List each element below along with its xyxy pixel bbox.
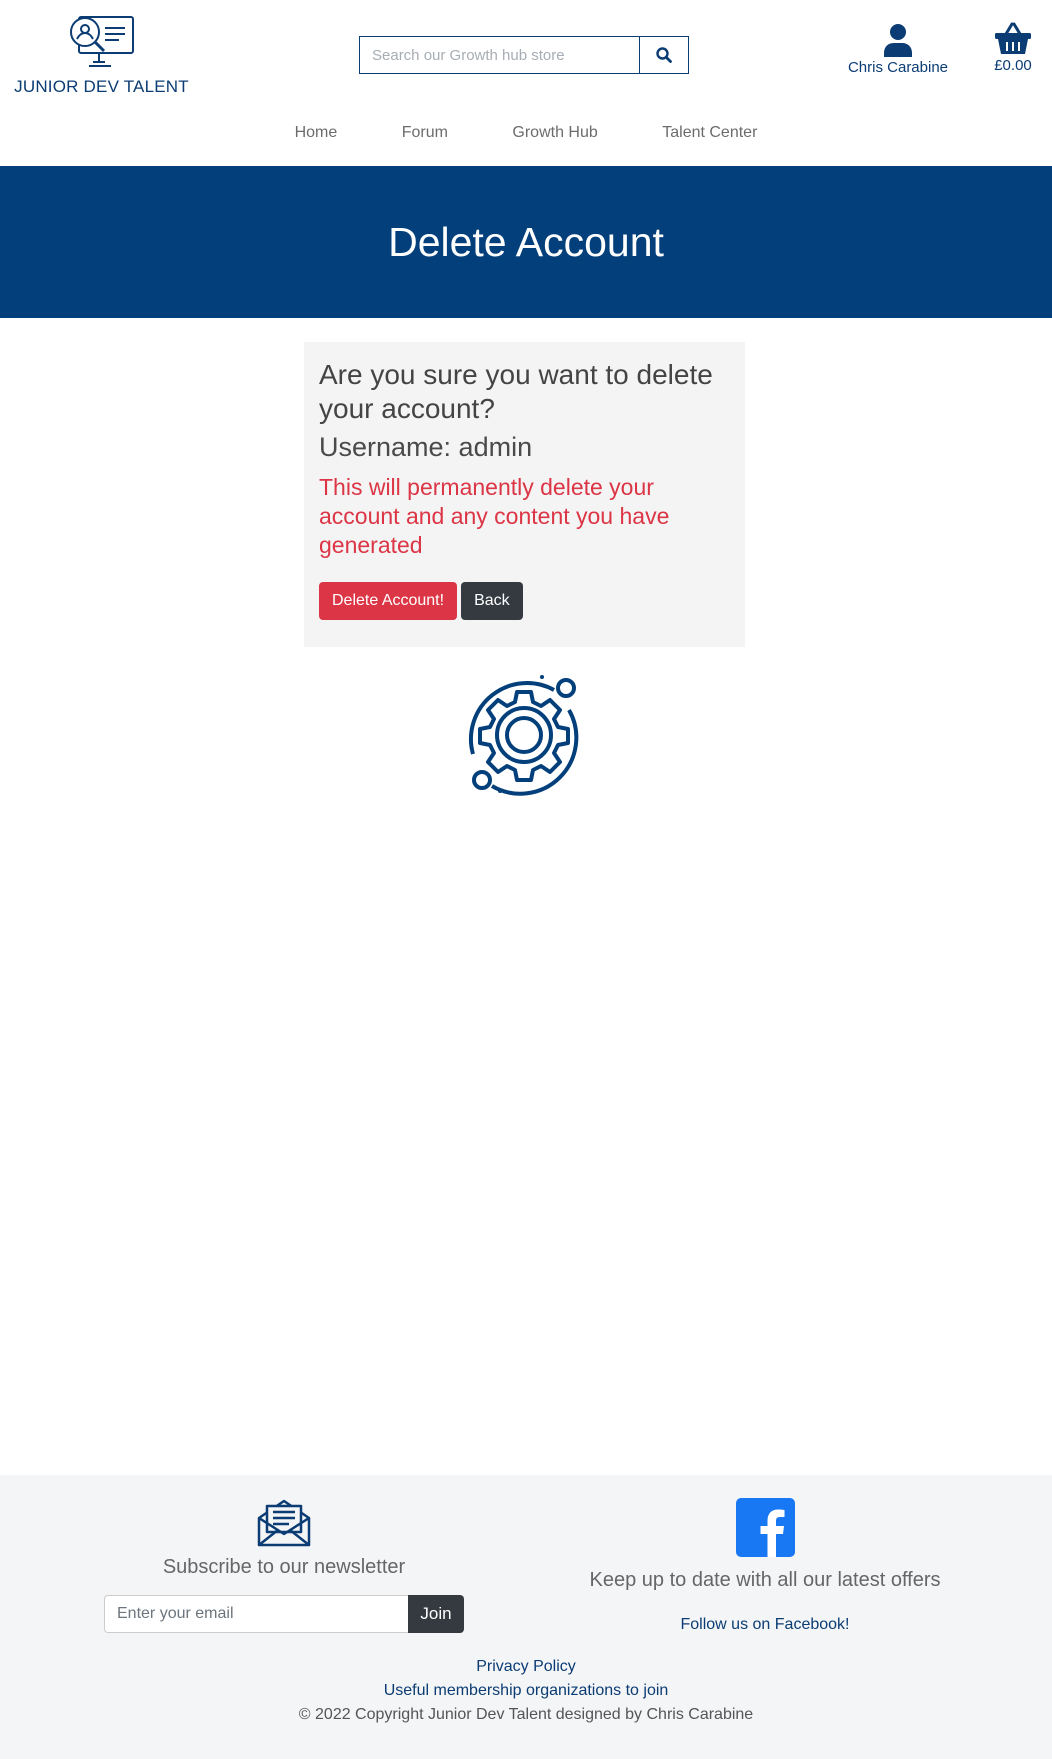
delete-confirmation-card: Are you sure you want to delete your acc… [304, 342, 745, 647]
facebook-link[interactable]: Follow us on Facebook! [681, 1616, 850, 1634]
confirm-actions: Delete Account! Back [319, 582, 730, 620]
nav-growth-hub[interactable]: Growth Hub [512, 124, 597, 142]
search-button[interactable] [639, 37, 688, 73]
nav-talent-center[interactable]: Talent Center [662, 124, 757, 142]
account-name: Chris Carabine [847, 59, 949, 76]
social-text: Keep up to date with all our latest offe… [589, 1569, 941, 1591]
store-search [359, 36, 689, 74]
page-banner: Delete Account [0, 166, 1052, 318]
user-icon [884, 24, 912, 57]
brand-name: JUNIOR DEV TALENT [14, 77, 189, 96]
social-section: Keep up to date with all our latest offe… [575, 1498, 955, 1634]
search-input[interactable] [360, 37, 639, 73]
page-title: Delete Account [388, 218, 664, 265]
main-nav: Home Forum Growth Hub Talent Center [0, 124, 1052, 142]
site-footer: Subscribe to our newsletter Join Keep up… [0, 1475, 1052, 1759]
brand-logo-link[interactable]: JUNIOR DEV TALENT [14, 14, 189, 97]
nav-forum[interactable]: Forum [402, 124, 448, 142]
newsletter-form: Join [104, 1595, 464, 1633]
envelope-open-icon [257, 1499, 311, 1547]
newsletter-email-input[interactable] [104, 1595, 408, 1633]
delete-account-button[interactable]: Delete Account! [319, 582, 458, 620]
footer-links: Privacy Policy Useful membership organiz… [0, 1655, 1052, 1727]
nav-home[interactable]: Home [295, 124, 338, 142]
newsletter-text: Subscribe to our newsletter [162, 1556, 406, 1578]
facebook-icon[interactable] [735, 1498, 795, 1557]
newsletter-join-button[interactable]: Join [408, 1595, 464, 1633]
basket-total: £0.00 [994, 57, 1032, 74]
privacy-policy-link[interactable]: Privacy Policy [0, 1655, 1052, 1679]
membership-orgs-link[interactable]: Useful membership organizations to join [0, 1679, 1052, 1703]
delete-warning: This will permanently delete your accoun… [319, 474, 670, 558]
confirm-question: Are you sure you want to delete your acc… [319, 359, 713, 424]
newsletter-section: Subscribe to our newsletter Join [104, 1498, 464, 1633]
back-button[interactable]: Back [461, 582, 523, 620]
username-label: Username: admin [319, 432, 533, 462]
copyright-text: © 2022 Copyright Junior Dev Talent desig… [298, 1706, 754, 1723]
monitor-user-magnifier-icon [69, 16, 134, 67]
search-icon [656, 47, 672, 63]
account-link[interactable]: Chris Carabine [838, 23, 958, 76]
gear-orbit-icon [469, 675, 579, 796]
basket-icon [995, 22, 1031, 54]
site-header: JUNIOR DEV TALENT Chris Carabine £0.00 [0, 0, 1052, 166]
basket-link[interactable]: £0.00 [985, 22, 1041, 74]
